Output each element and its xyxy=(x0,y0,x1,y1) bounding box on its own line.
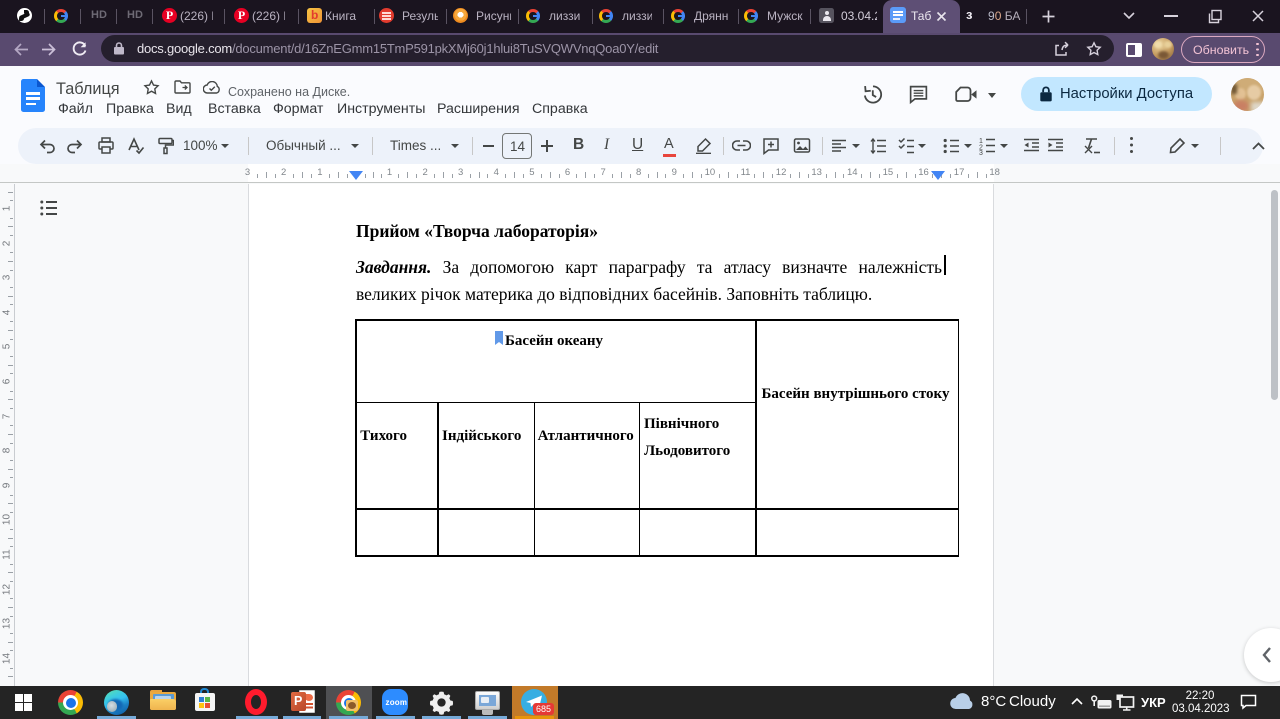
svg-text:3: 3 xyxy=(979,150,983,155)
